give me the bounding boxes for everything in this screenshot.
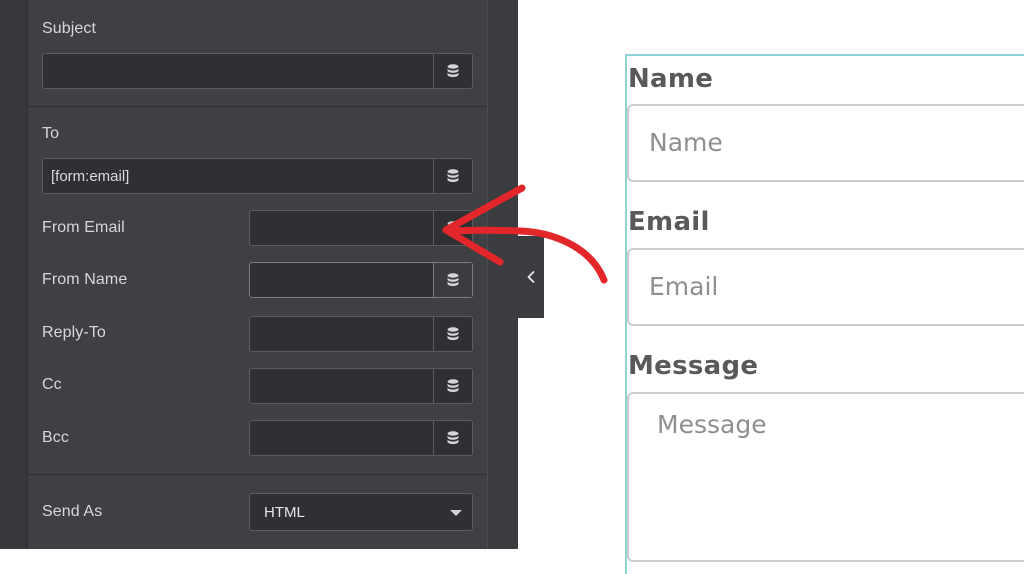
database-icon [447, 431, 459, 445]
from-email-field[interactable] [249, 210, 473, 246]
send-as-label: Send As [42, 503, 103, 520]
subject-dynamic-tags-button[interactable] [433, 54, 472, 88]
email-label: Email [628, 207, 710, 237]
to-dynamic-tags-button[interactable] [433, 159, 472, 193]
to-value: [form:email] [51, 168, 130, 185]
name-input[interactable]: Name [627, 104, 1024, 182]
from-name-dynamic-tags-button[interactable] [433, 263, 472, 297]
send-as-select[interactable]: HTML [249, 493, 473, 531]
section-divider [28, 106, 487, 107]
database-icon [447, 169, 459, 183]
bcc-label: Bcc [42, 429, 69, 446]
bcc-dynamic-tags-button[interactable] [433, 421, 472, 455]
message-placeholder: Message [657, 410, 767, 439]
database-icon [447, 273, 459, 287]
from-email-dynamic-tags-button[interactable] [433, 211, 472, 245]
panel-gutter [0, 0, 28, 549]
from-email-label: From Email [42, 219, 125, 236]
name-label: Name [628, 64, 714, 94]
reply-to-label: Reply-To [42, 324, 106, 341]
send-as-value: HTML [264, 504, 305, 521]
reply-to-dynamic-tags-button[interactable] [433, 317, 472, 351]
chevron-left-icon [527, 271, 534, 283]
email-input[interactable]: Email [627, 248, 1024, 326]
name-placeholder: Name [649, 128, 723, 157]
subject-label: Subject [42, 20, 97, 37]
panel-scroll-rail[interactable] [487, 0, 518, 549]
email-placeholder: Email [649, 272, 719, 301]
database-icon [447, 221, 459, 235]
from-name-label: From Name [42, 271, 128, 288]
message-textarea[interactable]: Message [627, 392, 1024, 562]
cc-field[interactable] [249, 368, 473, 404]
caret-down-icon [450, 510, 462, 516]
collapse-panel-button[interactable] [517, 236, 544, 318]
database-icon [447, 379, 459, 393]
to-field[interactable]: [form:email] [42, 158, 473, 194]
database-icon [447, 327, 459, 341]
reply-to-field[interactable] [249, 316, 473, 352]
cc-dynamic-tags-button[interactable] [433, 369, 472, 403]
from-name-field[interactable] [249, 262, 473, 298]
editor-panel: Subject To [form:email] From Email From … [0, 0, 518, 549]
cc-label: Cc [42, 376, 62, 393]
database-icon [447, 64, 459, 78]
section-divider [28, 474, 487, 475]
message-label: Message [628, 351, 759, 381]
bcc-field[interactable] [249, 420, 473, 456]
subject-field[interactable] [42, 53, 473, 89]
to-label: To [42, 125, 60, 142]
